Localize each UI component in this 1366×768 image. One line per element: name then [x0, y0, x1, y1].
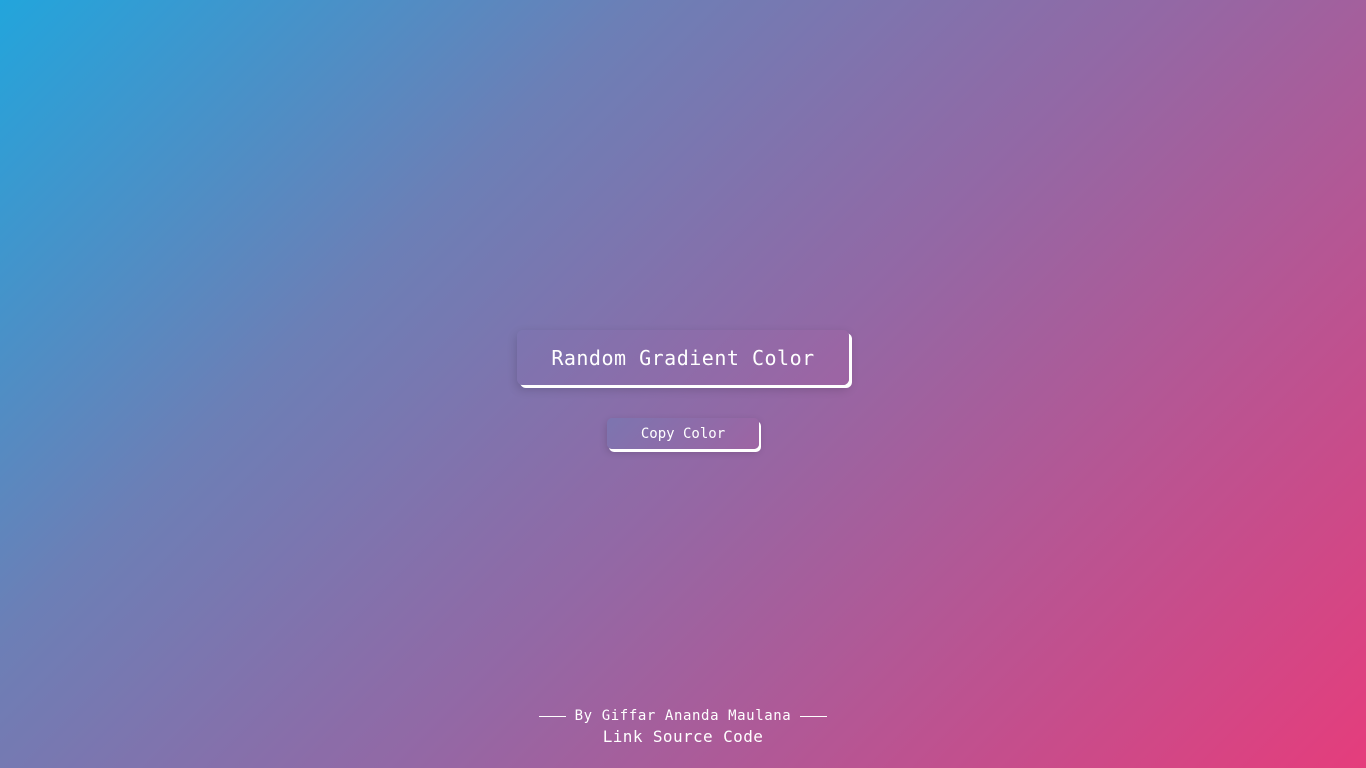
left-divider-line — [538, 715, 566, 717]
gradient-background: Random Gradient Color Copy Color By Giff… — [0, 0, 1366, 768]
footer: By Giffar Ananda Maulana Link Source Cod… — [0, 706, 1366, 747]
right-divider-line — [800, 715, 828, 717]
author-credit: By Giffar Ananda Maulana — [574, 708, 792, 724]
source-code-link[interactable]: Link Source Code — [603, 727, 764, 747]
credit-line: By Giffar Ananda Maulana — [0, 706, 1366, 726]
copy-color-button[interactable]: Copy Color — [607, 418, 759, 449]
random-gradient-button[interactable]: Random Gradient Color — [517, 330, 849, 385]
